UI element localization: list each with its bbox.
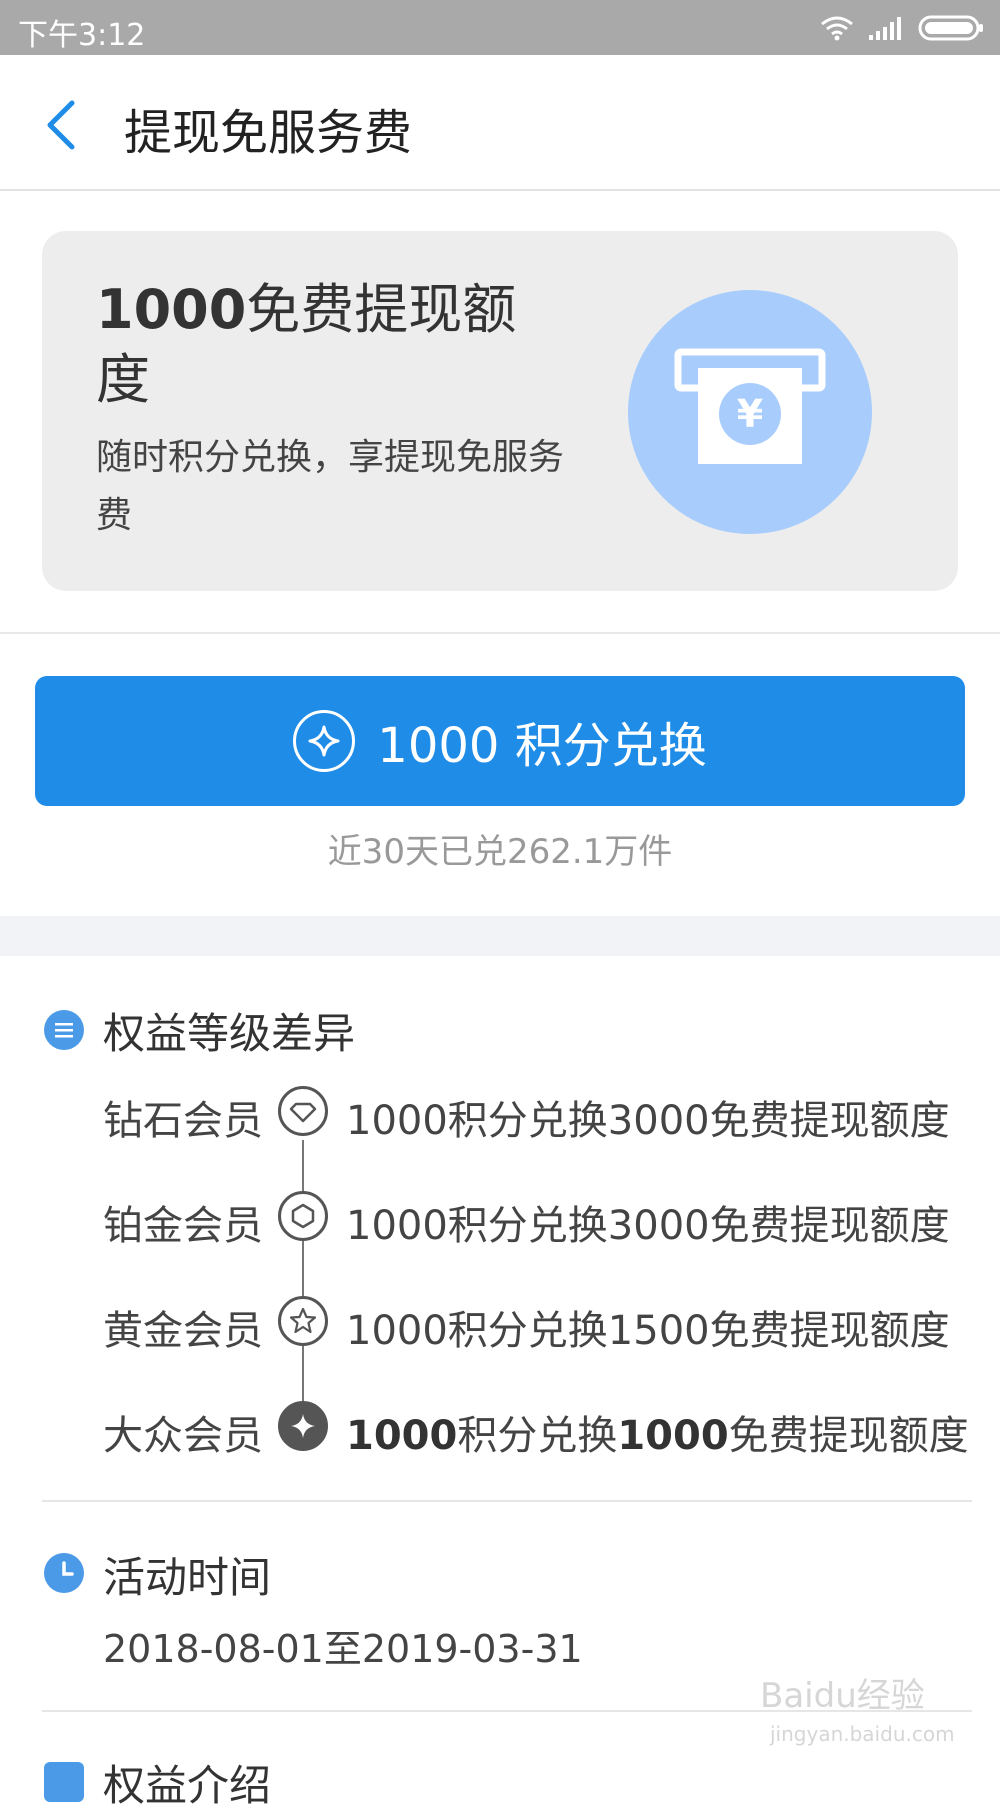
tier-name: 黄金会员	[103, 1308, 263, 1354]
star-icon	[278, 1296, 328, 1346]
page-title: 提现免服务费	[124, 105, 413, 161]
watermark-url: jingyan.baidu.com	[770, 1722, 955, 1746]
diamond-icon	[278, 1086, 328, 1136]
tier-name: 钻石会员	[103, 1098, 263, 1144]
watermark: Baidu经验	[760, 1676, 925, 1716]
exchange-points-button[interactable]: 1000 积分兑换	[35, 676, 965, 806]
atm-yuan-icon: ¥	[628, 290, 872, 534]
tier-name: 大众会员	[103, 1413, 263, 1459]
exchange-button-label: 1000 积分兑换	[377, 718, 707, 774]
battery-icon	[918, 15, 983, 41]
back-button[interactable]	[38, 93, 88, 153]
benefit-card: 1000免费提现额度 随时积分兑换，享提现免服务费 ¥	[42, 231, 958, 591]
hexagon-icon	[278, 1191, 328, 1241]
tier-name: 铂金会员	[103, 1203, 263, 1249]
status-bar: 下午3:12	[0, 0, 1000, 55]
wifi-icon	[821, 16, 853, 41]
exchange-count-text: 近30天已兑262.1万件	[327, 832, 673, 872]
section-separator	[0, 916, 1000, 956]
status-time: 下午3:12	[18, 18, 146, 53]
tier-desc-current: 1000积分兑换1000免费提现额度	[346, 1403, 969, 1461]
tier-desc-part: 1000	[346, 1413, 458, 1459]
svg-text:¥: ¥	[737, 392, 763, 436]
document-icon	[44, 1762, 84, 1802]
clock-icon	[44, 1553, 84, 1593]
card-title: 1000免费提现额度	[96, 275, 556, 415]
signal-icon	[869, 17, 901, 40]
tier-timeline	[302, 1140, 304, 1430]
activity-section-title: 活动时间	[103, 1553, 272, 1602]
tiers-section-title: 权益等级差异	[103, 1009, 356, 1058]
sparkle-icon	[278, 1401, 328, 1451]
activity-date-range: 2018-08-01至2019-03-31	[103, 1627, 583, 1671]
status-icons	[820, 12, 984, 44]
card-title-number: 1000	[96, 278, 247, 341]
tier-desc-part: 1000	[617, 1413, 729, 1459]
card-subtitle: 随时积分兑换，享提现免服务费	[96, 437, 565, 536]
tier-desc: 1000积分兑换1500免费提现额度	[346, 1308, 950, 1354]
tier-desc-part: 积分兑换	[457, 1413, 618, 1459]
list-icon	[44, 1010, 84, 1050]
header-bar: 提现免服务费	[0, 55, 1000, 191]
divider	[0, 632, 1000, 634]
tier-desc: 1000积分兑换3000免费提现额度	[346, 1098, 950, 1144]
chevron-left-icon	[47, 100, 75, 150]
tier-desc: 1000积分兑换3000免费提现额度	[346, 1203, 950, 1249]
sparkle-star-icon	[293, 710, 356, 772]
tier-desc-part: 免费提现额度	[728, 1413, 969, 1459]
intro-section-title: 权益介绍	[103, 1761, 272, 1810]
divider	[42, 1500, 972, 1502]
